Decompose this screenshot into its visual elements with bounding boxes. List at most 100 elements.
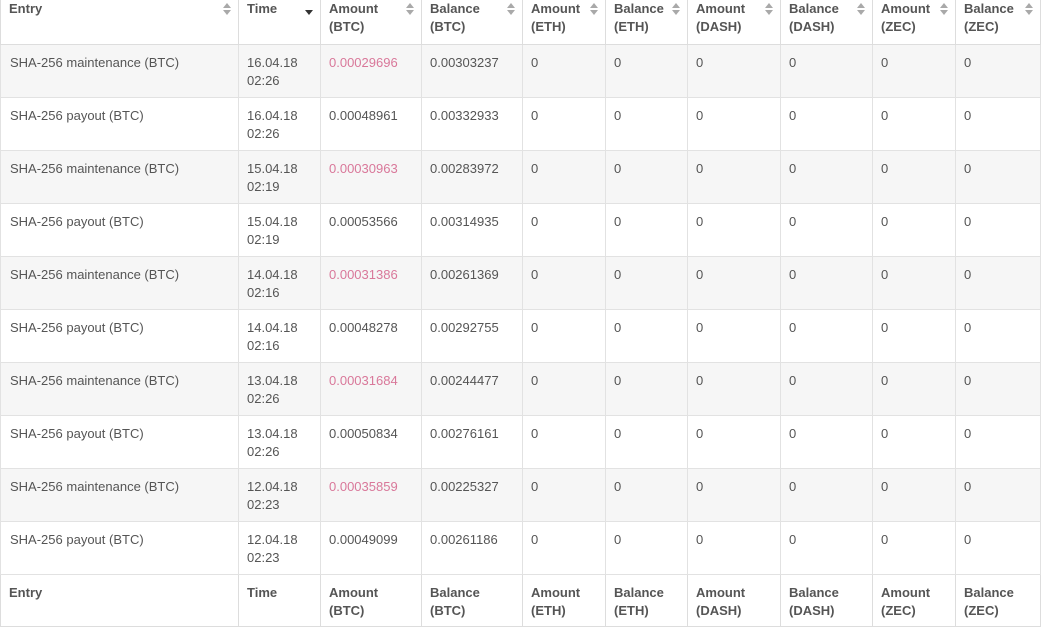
sort-down-arrow-icon (305, 9, 313, 15)
entry-cell: SHA-256 payout (BTC) (0, 97, 239, 151)
column-footer-balance-btc: Balance (BTC) (421, 574, 523, 627)
column-header-label: Time (247, 0, 312, 18)
sort-icon[interactable] (406, 2, 414, 16)
sort-icon[interactable] (857, 2, 865, 16)
column-header-balance-zec[interactable]: Balance (ZEC) (955, 0, 1041, 45)
balance-btc-cell: 0.00225327 (421, 468, 523, 522)
column-footer-label-line2: (BTC) (329, 603, 365, 618)
table-row: SHA-256 payout (BTC) 13.04.18 02:26 0.00050… (0, 415, 1041, 469)
entry-cell: SHA-256 payout (BTC) (0, 415, 239, 469)
sort-up-arrow-icon (672, 3, 680, 8)
column-footer-label-line2: (DASH) (789, 603, 835, 618)
sort-up-arrow-icon (1025, 3, 1033, 8)
sort-icon[interactable] (940, 2, 948, 16)
date-text: 16.04.18 (247, 55, 298, 70)
column-header-label-line1: Balance (964, 1, 1014, 16)
balance-dash-cell: 0 (780, 362, 873, 416)
column-header-label-line1: Balance (614, 1, 664, 16)
column-header-label-line1: Amount (881, 1, 931, 16)
amount-dash-cell: 0 (687, 362, 781, 416)
date-text: 12.04.18 (247, 532, 298, 547)
time-text: 02:23 (247, 497, 280, 512)
column-header-entry[interactable]: Entry (0, 0, 239, 45)
column-footer-label-line2: (ZEC) (964, 603, 999, 618)
amount-eth-cell: 0 (522, 309, 606, 363)
sort-icon[interactable] (590, 2, 598, 16)
sort-icon[interactable] (1025, 2, 1033, 16)
amount-dash-cell: 0 (687, 521, 781, 575)
balance-zec-cell: 0 (955, 521, 1041, 575)
balance-eth-cell: 0 (605, 415, 688, 469)
amount-dash-cell: 0 (687, 415, 781, 469)
column-footer-label-line1: Balance (430, 585, 480, 600)
column-header-amount-zec[interactable]: Amount (ZEC) (872, 0, 956, 45)
amount-zec-cell: 0 (872, 150, 956, 204)
column-header-amount-dash[interactable]: Amount (DASH) (687, 0, 781, 45)
sort-icon[interactable] (672, 2, 680, 16)
column-header-label-line1: Balance (789, 1, 839, 16)
column-header-time[interactable]: Time (238, 0, 321, 45)
sort-down-arrow-icon (590, 10, 598, 15)
column-header-label: Balance (BTC) (430, 0, 514, 36)
column-header-label-line2: (ETH) (614, 19, 649, 34)
table-body: SHA-256 maintenance (BTC) 16.04.18 02:26 0.… (0, 44, 1041, 575)
sort-icon[interactable] (507, 2, 515, 16)
balance-dash-cell: 0 (780, 468, 873, 522)
column-header-label-line2: (BTC) (430, 19, 466, 34)
balance-eth-cell: 0 (605, 150, 688, 204)
amount-btc-cell: 0.00030963 (320, 150, 422, 204)
amount-btc-cell: 0.00035859 (320, 468, 422, 522)
column-header-label-line2: (BTC) (329, 19, 365, 34)
column-header-balance-dash[interactable]: Balance (DASH) (780, 0, 873, 45)
time-cell: 15.04.18 02:19 (238, 150, 321, 204)
amount-dash-cell: 0 (687, 309, 781, 363)
amount-btc-cell: 0.00031386 (320, 256, 422, 310)
column-header-label: Balance (ETH) (614, 0, 679, 36)
column-header-amount-eth[interactable]: Amount (ETH) (522, 0, 606, 45)
sort-down-arrow-icon (940, 10, 948, 15)
balance-dash-cell: 0 (780, 44, 873, 98)
balance-dash-cell: 0 (780, 203, 873, 257)
column-header-label: Amount (ZEC) (881, 0, 947, 36)
entry-cell: SHA-256 maintenance (BTC) (0, 44, 239, 98)
balance-zec-cell: 0 (955, 468, 1041, 522)
amount-zec-cell: 0 (872, 309, 956, 363)
amount-zec-cell: 0 (872, 468, 956, 522)
date-text: 15.04.18 (247, 214, 298, 229)
entry-cell: SHA-256 payout (BTC) (0, 521, 239, 575)
column-header-label-line1: Amount (696, 1, 746, 16)
column-header-label-line2: (ZEC) (881, 19, 916, 34)
balance-btc-cell: 0.00332933 (421, 97, 523, 151)
time-cell: 16.04.18 02:26 (238, 44, 321, 98)
column-header-label: Amount (DASH) (696, 0, 772, 36)
column-header-label-line1: Entry (9, 1, 43, 16)
balance-dash-cell: 0 (780, 521, 873, 575)
column-header-amount-btc[interactable]: Amount (BTC) (320, 0, 422, 45)
balance-btc-cell: 0.00314935 (421, 203, 523, 257)
amount-btc-cell: 0.00053566 (320, 203, 422, 257)
amount-btc-cell: 0.00049099 (320, 521, 422, 575)
balance-btc-cell: 0.00276161 (421, 415, 523, 469)
sort-descending-icon[interactable] (305, 5, 313, 19)
column-footer-label-line1: Amount (696, 585, 746, 600)
amount-eth-cell: 0 (522, 203, 606, 257)
sort-icon[interactable] (765, 2, 773, 16)
date-text: 16.04.18 (247, 108, 298, 123)
time-text: 02:26 (247, 73, 280, 88)
column-header-balance-btc[interactable]: Balance (BTC) (421, 0, 523, 45)
amount-dash-cell: 0 (687, 97, 781, 151)
column-footer-label-line1: Entry (9, 585, 43, 600)
sort-up-arrow-icon (223, 3, 231, 8)
table-row: SHA-256 maintenance (BTC) 15.04.18 02:19 0.… (0, 150, 1041, 204)
sort-icon[interactable] (223, 2, 231, 16)
column-header-balance-eth[interactable]: Balance (ETH) (605, 0, 688, 45)
amount-dash-cell: 0 (687, 44, 781, 98)
sort-up-arrow-icon (406, 3, 414, 8)
ledger-table: Entry Time Amount (BTC) Balance (BTC) Amount (E… (0, 0, 1041, 627)
column-footer-label-line1: Time (247, 585, 278, 600)
amount-dash-cell: 0 (687, 203, 781, 257)
balance-zec-cell: 0 (955, 97, 1041, 151)
date-text: 12.04.18 (247, 479, 298, 494)
entry-cell: SHA-256 maintenance (BTC) (0, 362, 239, 416)
footer-row: Entry Time Amount (BTC) Balance (BTC) Amount (E… (0, 574, 1041, 627)
